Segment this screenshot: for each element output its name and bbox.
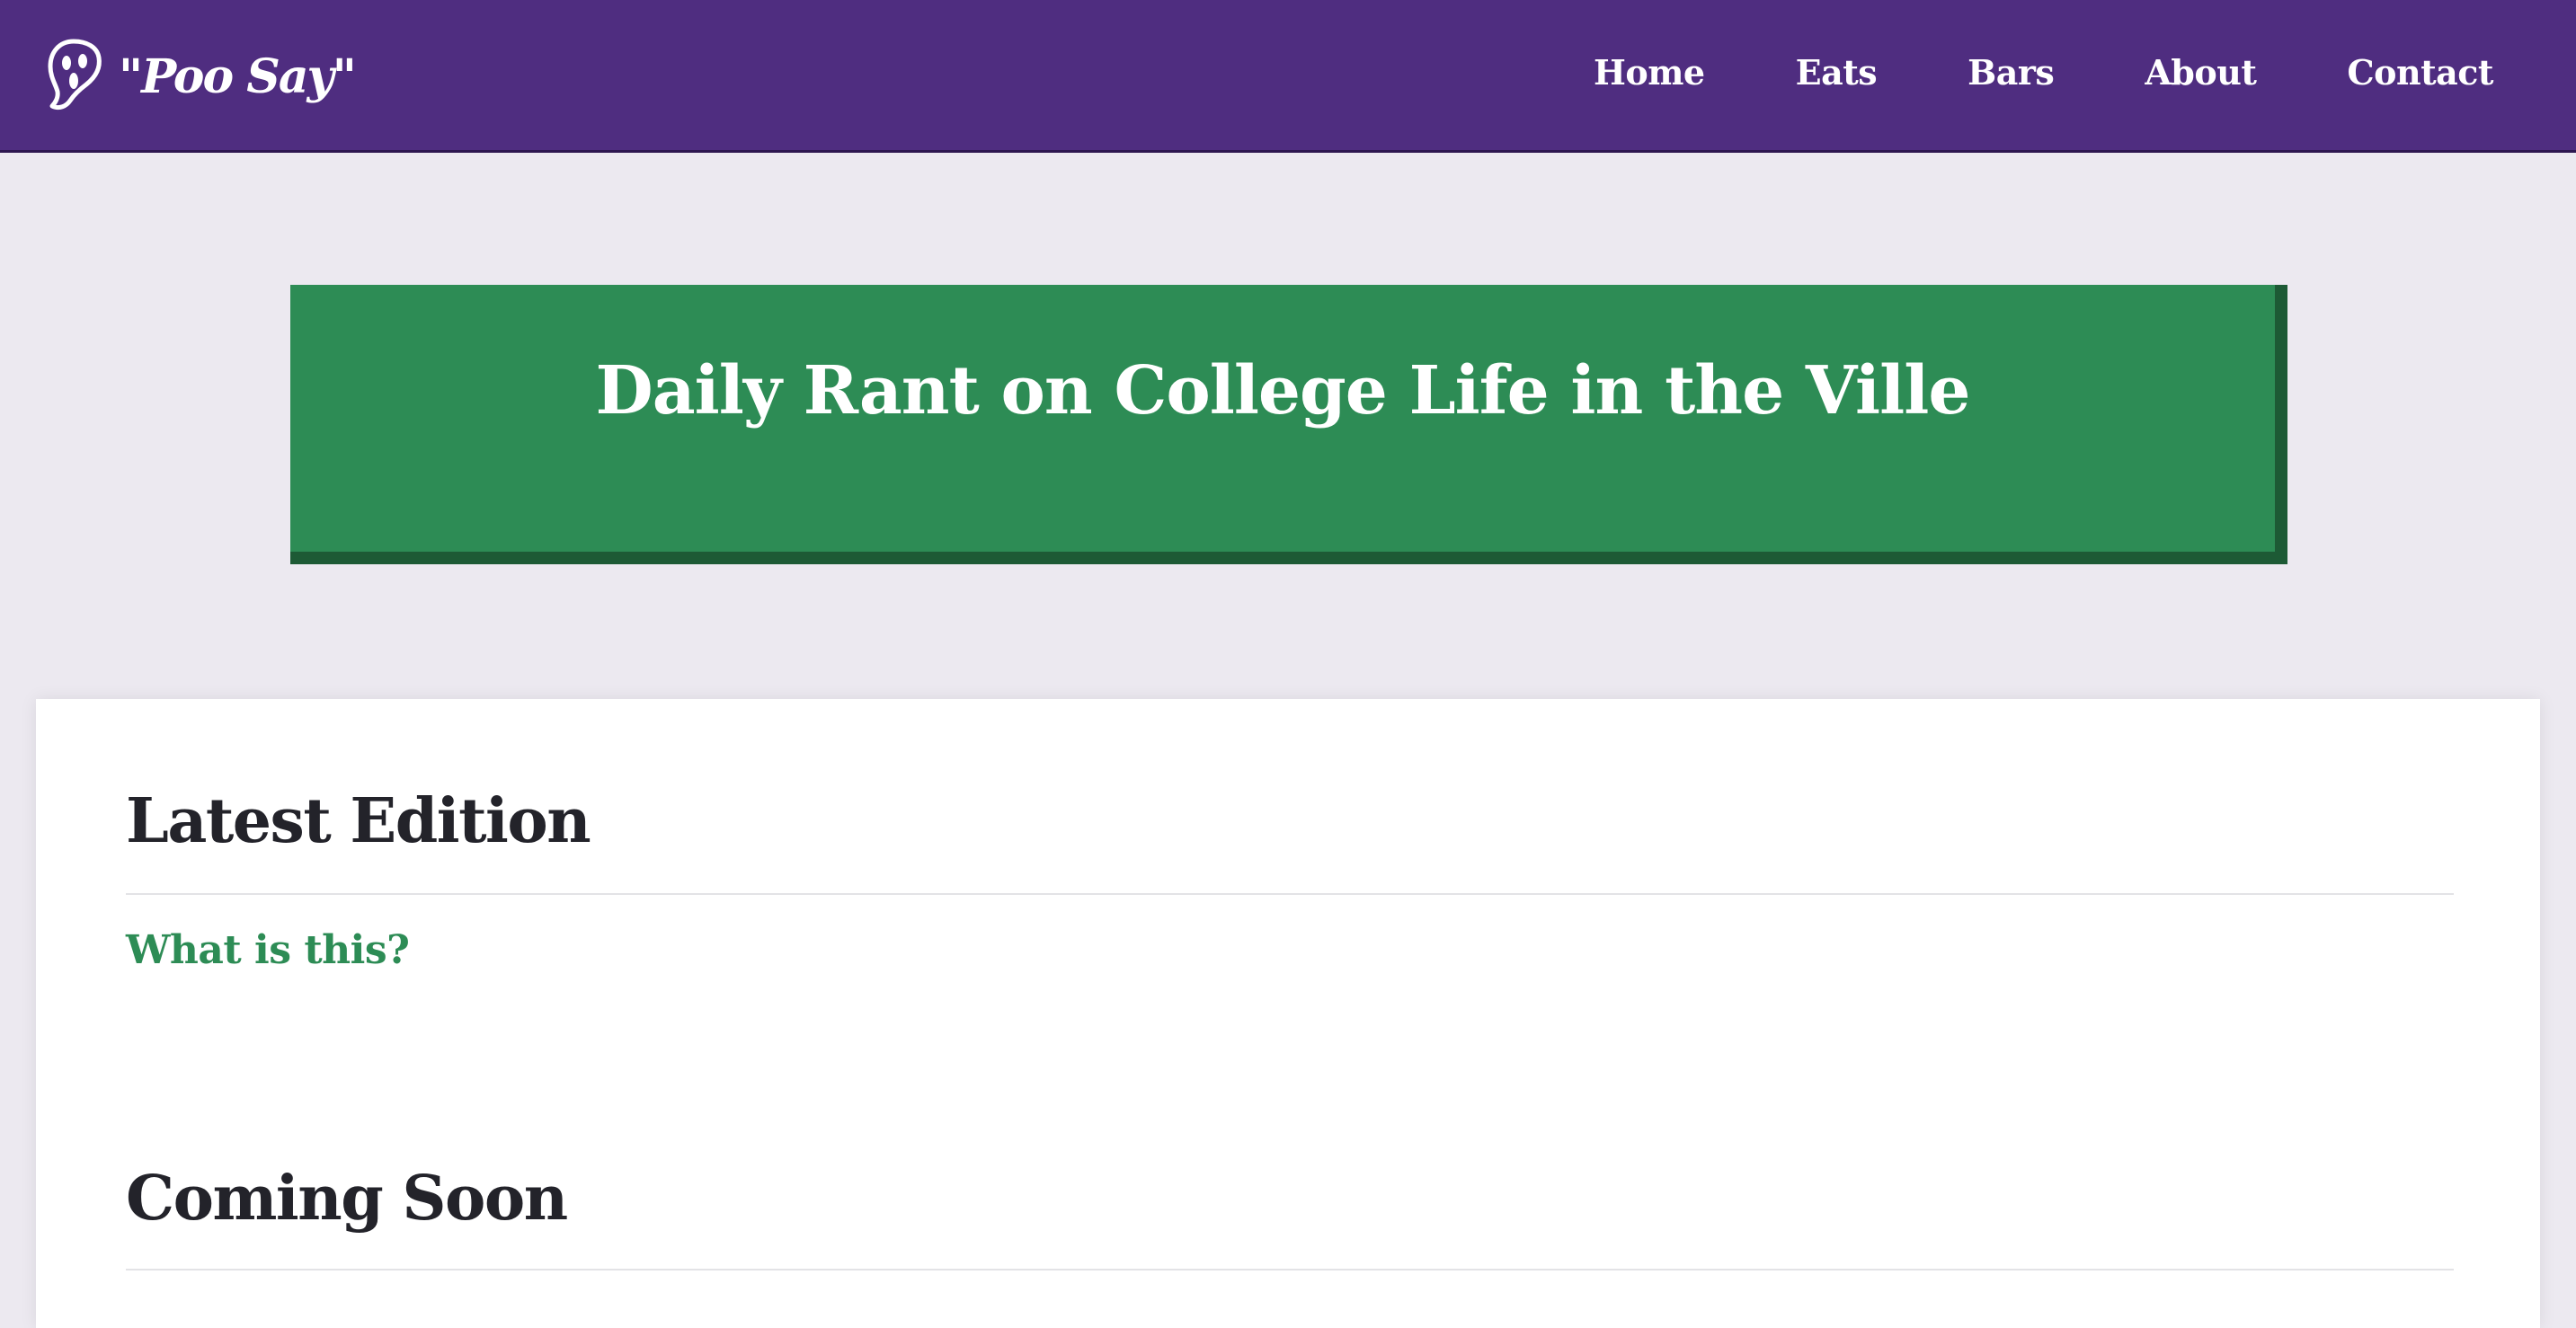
- coming-soon-heading: Coming Soon: [126, 1163, 568, 1235]
- latest-edition-heading: Latest Edition: [126, 785, 591, 857]
- hero-title: Daily Rant on College Life in the Ville: [595, 351, 1971, 429]
- brand-link[interactable]: "Poo Say": [43, 27, 357, 126]
- section-divider: [126, 893, 2454, 895]
- nav-menu: Home Eats Bars About Contact: [1594, 0, 2576, 144]
- section-divider: [126, 1269, 2454, 1270]
- ghost-face-icon: [48, 39, 102, 111]
- nav-link-bars[interactable]: Bars: [1968, 52, 2055, 93]
- top-navbar: "Poo Say" Home Eats Bars About Contact: [0, 0, 2576, 153]
- brand-name: "Poo Say": [119, 49, 357, 104]
- nav-link-about[interactable]: About: [2145, 52, 2257, 93]
- nav-link-contact[interactable]: Contact: [2347, 52, 2493, 93]
- hero-banner: Daily Rant on College Life in the Ville: [290, 285, 2275, 552]
- nav-link-home[interactable]: Home: [1594, 52, 1705, 93]
- nav-link-eats[interactable]: Eats: [1796, 52, 1878, 93]
- content-card: Latest Edition What is this? Coming Soon: [36, 699, 2540, 1328]
- what-is-this-link[interactable]: What is this?: [126, 927, 410, 973]
